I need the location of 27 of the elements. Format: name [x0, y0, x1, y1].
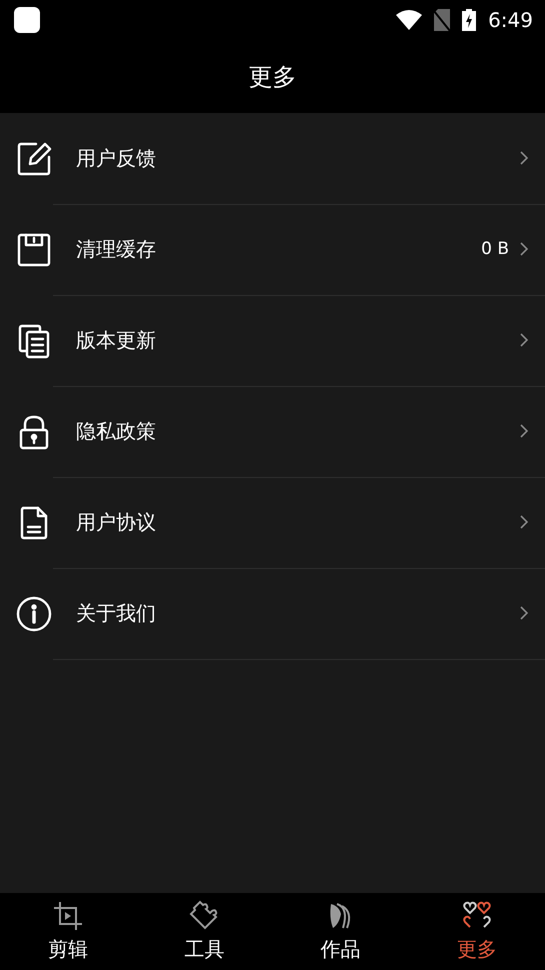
- edit-icon: [16, 140, 52, 176]
- crop-play-icon: [52, 900, 84, 932]
- chevron-right-icon: [519, 423, 529, 439]
- nav-tab[interactable]: 作品: [272, 893, 409, 970]
- chevron-right-icon: [519, 332, 529, 348]
- chevron-right-icon: [519, 150, 529, 166]
- menu-item[interactable]: 用户反馈: [0, 113, 545, 204]
- cache-size: 0 B: [481, 239, 509, 259]
- wifi-icon: [396, 10, 422, 30]
- nav-tab[interactable]: 更多: [408, 893, 545, 970]
- battery-charging-icon: [462, 9, 476, 31]
- menu-item[interactable]: 隐私政策: [0, 386, 545, 477]
- chevron-right-icon: [519, 514, 529, 530]
- no-sim-icon: [434, 9, 450, 31]
- info-icon: [16, 596, 52, 632]
- nav-tab[interactable]: 剪辑: [0, 893, 136, 970]
- menu-item[interactable]: 版本更新: [0, 295, 545, 386]
- documents-icon: [16, 322, 52, 358]
- app-icon: [14, 7, 40, 33]
- chevron-right-icon: [519, 605, 529, 621]
- menu-item[interactable]: 关于我们: [0, 568, 545, 659]
- menu-item[interactable]: 清理缓存 0 B: [0, 204, 545, 295]
- page-title: 更多: [248, 62, 296, 92]
- chevron-right-icon: [519, 241, 529, 257]
- nav-tab[interactable]: 工具: [136, 893, 272, 970]
- menu-item[interactable]: 用户协议: [0, 477, 545, 568]
- clock: 6:49: [488, 8, 533, 32]
